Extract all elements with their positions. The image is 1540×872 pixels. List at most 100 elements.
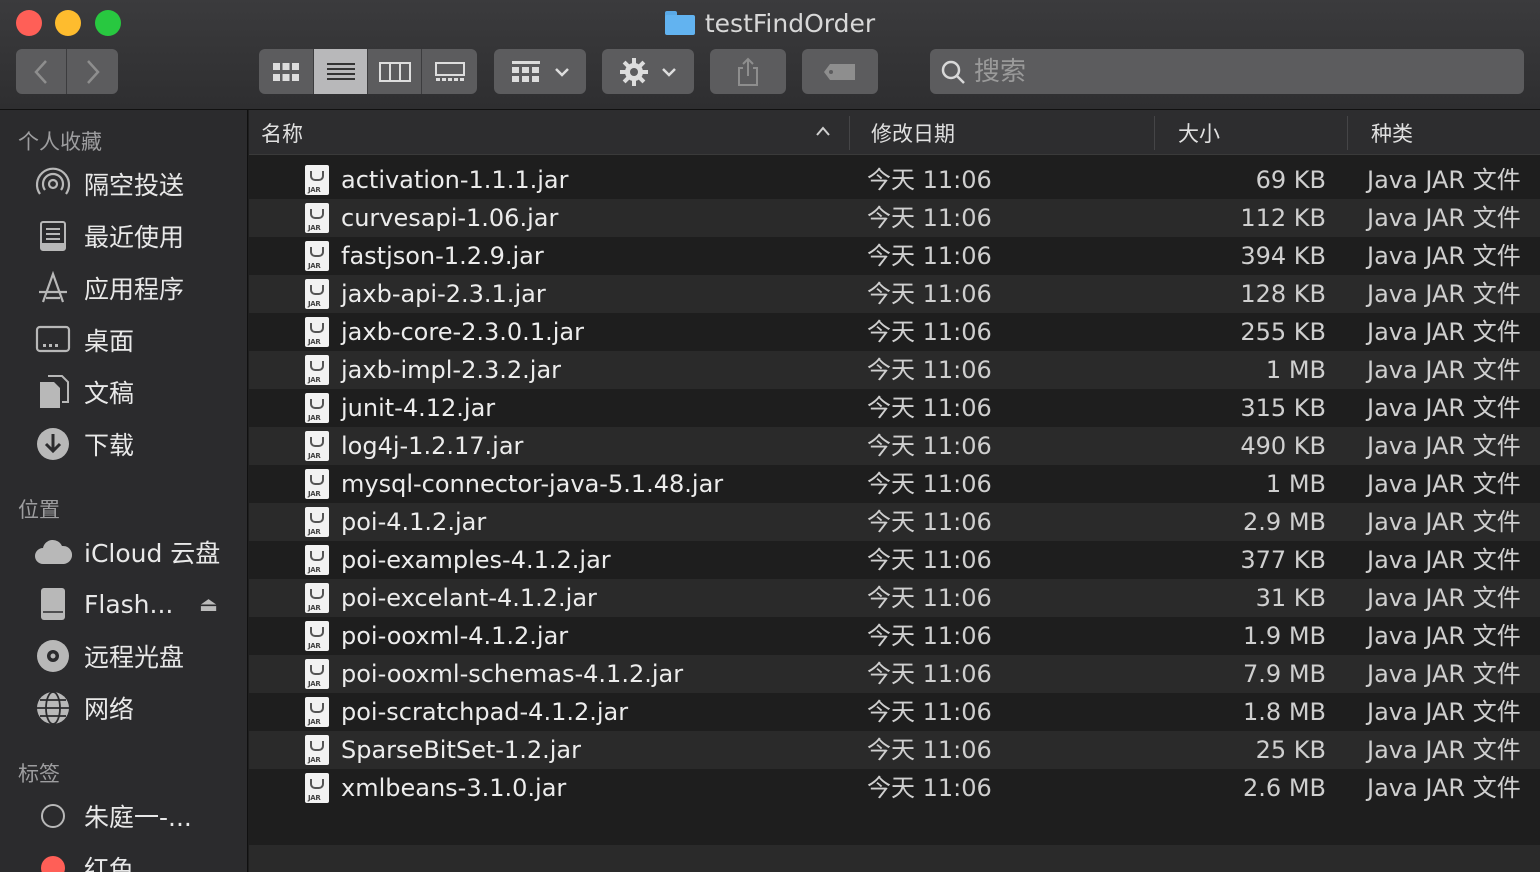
sidebar-item-icloud[interactable]: iCloud 云盘 xyxy=(34,530,244,574)
sidebar-item-recents[interactable]: 最近使用 xyxy=(34,214,244,258)
sidebar-item-network[interactable]: 网络 xyxy=(34,686,244,730)
navigation-buttons xyxy=(16,49,118,94)
recents-icon xyxy=(34,217,72,255)
sidebar-item-flash[interactable]: Flash... ⏏ xyxy=(34,582,244,626)
eject-icon[interactable]: ⏏ xyxy=(199,592,218,616)
jar-file-icon: JAR xyxy=(305,583,329,613)
gallery-view-button[interactable] xyxy=(422,49,477,94)
sidebar-item-desktop[interactable]: 桌面 xyxy=(34,318,244,362)
search-field[interactable] xyxy=(930,49,1524,94)
file-row[interactable]: JAR poi-examples-4.1.2.jar 今天 11:06 377 KB J… xyxy=(249,541,1540,579)
sidebar-item-label: Flash... xyxy=(84,589,174,619)
back-button[interactable] xyxy=(16,49,67,94)
jar-file-icon: JAR xyxy=(305,355,329,385)
file-name: poi-excelant-4.1.2.jar xyxy=(341,584,597,612)
file-kind: Java JAR 文件 xyxy=(1367,242,1521,270)
sidebar-item-tag-red[interactable]: 红色 xyxy=(34,846,244,872)
file-date: 今天 11:06 xyxy=(867,736,992,764)
column-header: 名称 修改日期 大小 种类 xyxy=(249,110,1540,155)
file-size: 1.8 MB xyxy=(1243,698,1326,726)
file-row[interactable]: JAR xmlbeans-3.1.0.jar 今天 11:06 2.6 MB Java … xyxy=(249,769,1540,807)
edit-tags-button[interactable] xyxy=(802,49,878,94)
file-kind: Java JAR 文件 xyxy=(1367,736,1521,764)
file-row[interactable]: JAR poi-4.1.2.jar 今天 11:06 2.9 MB Java JAR 文… xyxy=(249,503,1540,541)
file-date: 今天 11:06 xyxy=(867,584,992,612)
airdrop-icon xyxy=(34,165,72,203)
file-row[interactable]: JAR poi-ooxml-schemas-4.1.2.jar 今天 11:06 7.… xyxy=(249,655,1540,693)
column-divider[interactable] xyxy=(1154,116,1155,150)
file-date: 今天 11:06 xyxy=(867,280,992,308)
forward-button[interactable] xyxy=(67,49,118,94)
file-kind: Java JAR 文件 xyxy=(1367,318,1521,346)
column-kind-label: 种类 xyxy=(1371,121,1413,146)
column-divider[interactable] xyxy=(849,116,850,150)
file-size: 112 KB xyxy=(1240,204,1326,232)
chevron-down-icon xyxy=(662,67,676,77)
column-name-label: 名称 xyxy=(261,121,303,146)
file-date: 今天 11:06 xyxy=(867,166,992,194)
sidebar-item-remote-disc[interactable]: 远程光盘 xyxy=(34,634,244,678)
file-row[interactable]: JAR log4j-1.2.17.jar 今天 11:06 490 KB Java JA… xyxy=(249,427,1540,465)
column-size-label: 大小 xyxy=(1178,121,1220,146)
search-input[interactable] xyxy=(974,56,1494,87)
chevron-left-icon xyxy=(34,59,47,84)
empty-row xyxy=(249,807,1540,845)
file-date: 今天 11:06 xyxy=(867,470,992,498)
sidebar-item-applications[interactable]: 应用程序 xyxy=(34,266,244,310)
sidebar-item-tag[interactable]: 朱庭一-... xyxy=(34,794,244,838)
file-name: poi-4.1.2.jar xyxy=(341,508,487,536)
file-size: 394 KB xyxy=(1240,242,1326,270)
file-name: poi-ooxml-schemas-4.1.2.jar xyxy=(341,660,684,688)
sidebar-item-documents[interactable]: 文稿 xyxy=(34,370,244,414)
file-row[interactable]: JAR jaxb-api-2.3.1.jar 今天 11:06 128 KB Java … xyxy=(249,275,1540,313)
column-kind[interactable]: 种类 xyxy=(1359,110,1539,155)
file-size: 31 KB xyxy=(1255,584,1326,612)
search-icon xyxy=(941,60,965,84)
file-name: SparseBitSet-1.2.jar xyxy=(341,736,581,764)
file-name: fastjson-1.2.9.jar xyxy=(341,242,544,270)
file-row[interactable]: JAR curvesapi-1.06.jar 今天 11:06 112 KB Java … xyxy=(249,199,1540,237)
file-kind: Java JAR 文件 xyxy=(1367,546,1521,574)
file-row[interactable]: JAR activation-1.1.1.jar 今天 11:06 69 KB Java… xyxy=(249,161,1540,199)
file-row[interactable]: JAR fastjson-1.2.9.jar 今天 11:06 394 KB Java … xyxy=(249,237,1540,275)
file-kind: Java JAR 文件 xyxy=(1367,508,1521,536)
file-size: 7.9 MB xyxy=(1243,660,1326,688)
action-menu-button[interactable] xyxy=(602,49,694,94)
group-by-button[interactable] xyxy=(494,49,586,94)
file-name: jaxb-core-2.3.0.1.jar xyxy=(341,318,584,346)
sidebar-section-locations: 位置 xyxy=(18,498,60,522)
jar-file-icon: JAR xyxy=(305,507,329,537)
jar-file-icon: JAR xyxy=(305,241,329,271)
file-row[interactable]: JAR mysql-connector-java-5.1.48.jar 今天 11:… xyxy=(249,465,1540,503)
downloads-icon xyxy=(34,425,72,463)
jar-file-icon: JAR xyxy=(305,697,329,727)
file-name: curvesapi-1.06.jar xyxy=(341,204,559,232)
file-row[interactable]: JAR poi-scratchpad-4.1.2.jar 今天 11:06 1.8 M… xyxy=(249,693,1540,731)
cloud-icon xyxy=(34,533,72,571)
file-row[interactable]: JAR poi-excelant-4.1.2.jar 今天 11:06 31 KB Ja… xyxy=(249,579,1540,617)
file-row[interactable]: JAR jaxb-impl-2.3.2.jar 今天 11:06 1 MB Java J… xyxy=(249,351,1540,389)
window-title-bar: testFindOrder xyxy=(0,6,1540,40)
column-name[interactable]: 名称 xyxy=(249,110,849,155)
file-date: 今天 11:06 xyxy=(867,622,992,650)
share-button[interactable] xyxy=(710,49,786,94)
file-row[interactable]: JAR junit-4.12.jar 今天 11:06 315 KB Java JAR … xyxy=(249,389,1540,427)
file-row[interactable]: JAR jaxb-core-2.3.0.1.jar 今天 11:06 255 KB Ja… xyxy=(249,313,1540,351)
file-row[interactable]: JAR poi-ooxml-4.1.2.jar 今天 11:06 1.9 MB Java… xyxy=(249,617,1540,655)
sidebar-item-downloads[interactable]: 下载 xyxy=(34,422,244,466)
column-view-button[interactable] xyxy=(368,49,422,94)
jar-file-icon: JAR xyxy=(305,317,329,347)
disc-icon xyxy=(34,637,72,675)
gallery-icon xyxy=(434,61,465,81)
column-date[interactable]: 修改日期 xyxy=(859,110,1154,155)
file-name: poi-scratchpad-4.1.2.jar xyxy=(341,698,629,726)
group-grid-icon xyxy=(512,60,540,82)
column-size[interactable]: 大小 xyxy=(1166,110,1346,155)
list-view-button[interactable] xyxy=(314,49,368,94)
column-divider[interactable] xyxy=(1347,116,1348,150)
sidebar-item-label: 应用程序 xyxy=(84,275,185,304)
icon-view-button[interactable] xyxy=(259,49,314,94)
sidebar-item-airdrop[interactable]: 隔空投送 xyxy=(34,162,244,206)
file-row[interactable]: JAR SparseBitSet-1.2.jar 今天 11:06 25 KB Java… xyxy=(249,731,1540,769)
sidebar-item-label: 隔空投送 xyxy=(84,171,185,200)
